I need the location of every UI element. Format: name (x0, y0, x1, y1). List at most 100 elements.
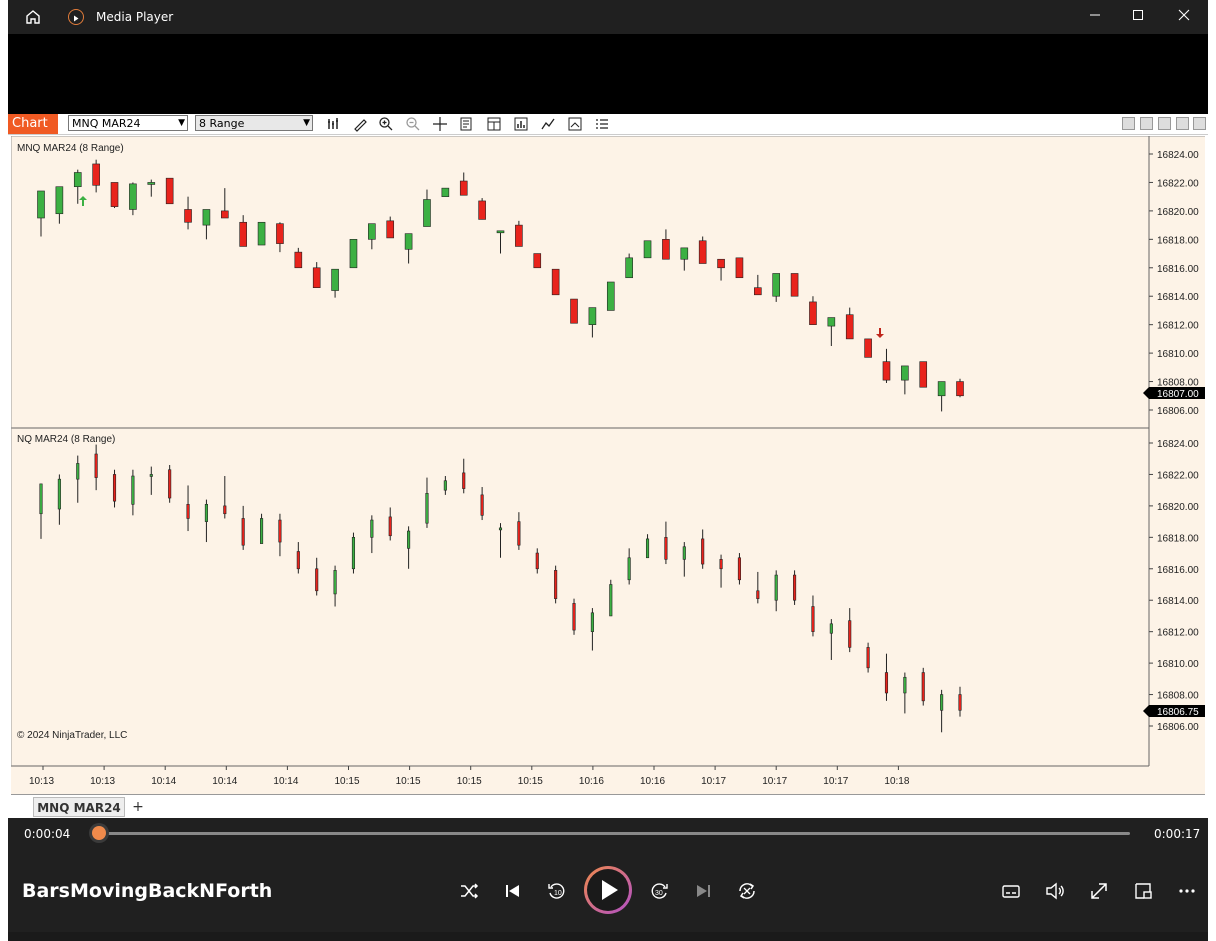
mnq-candle (349, 239, 358, 269)
mnq-candle (643, 240, 652, 259)
price-tick-label: 16816.00 (1157, 264, 1199, 275)
nq-candle (958, 686, 962, 717)
mini-player-icon[interactable] (1130, 878, 1156, 904)
bar-type-icon[interactable] (326, 116, 342, 132)
close-button[interactable] (1172, 6, 1196, 28)
instrument-select[interactable]: MNQ MAR24 ▼ (68, 115, 188, 131)
play-button[interactable] (584, 866, 632, 914)
seek-thumb[interactable] (91, 826, 106, 840)
panel1-label: MNQ MAR24 (8 Range) (17, 143, 124, 154)
mnq-candle (331, 268, 339, 298)
mnq-candle (239, 215, 247, 247)
chart-trader-icon[interactable] (486, 116, 502, 132)
mnq-candle (404, 233, 413, 264)
nq-candle (204, 499, 208, 543)
indicators-icon[interactable] (540, 116, 556, 132)
nq-candle (829, 619, 833, 660)
zoom-out-icon[interactable] (405, 116, 421, 132)
mnq-candle (882, 348, 891, 383)
nq-candle (351, 532, 356, 574)
mnq-candle (956, 378, 964, 398)
mnq-candle (55, 186, 64, 224)
nq-candle (535, 548, 539, 574)
chart-maximize-button[interactable] (1176, 117, 1189, 130)
nq-candle (388, 507, 392, 541)
candlestick-chart[interactable]: MNQ MAR24 (8 Range) NQ MAR24 (8 Range) ©… (10, 135, 1207, 802)
nq-candle (793, 570, 797, 605)
mnq-candle (496, 230, 505, 254)
nq-candle (903, 672, 907, 714)
nq-candle (94, 444, 98, 491)
nq-candle (645, 534, 650, 559)
svg-text:16807.00: 16807.00 (1157, 389, 1199, 400)
minimize-button[interactable] (1083, 6, 1107, 28)
time-tick-label: 10:14 (273, 776, 298, 787)
price-tick-label: 16812.00 (1157, 321, 1199, 332)
mnq-candle (809, 296, 817, 325)
time-tick-label: 10:15 (518, 776, 543, 787)
sell-signal-arrow-icon (876, 328, 884, 338)
time-tick-label: 10:17 (823, 776, 848, 787)
chart-close-button[interactable] (1193, 117, 1206, 130)
strategies-icon[interactable] (513, 116, 529, 132)
mnq-candle (570, 298, 578, 324)
shuffle-icon[interactable] (456, 878, 482, 904)
mnq-candle (184, 196, 192, 230)
properties-icon[interactable] (567, 116, 583, 132)
mnq-candle (937, 381, 946, 412)
chart-tile-button[interactable] (1122, 117, 1135, 130)
mnq-candle (864, 338, 872, 358)
mnq-candle (772, 273, 781, 302)
time-tick-label: 10:15 (457, 776, 482, 787)
draw-pencil-icon[interactable] (352, 116, 368, 132)
nq-candle (278, 513, 282, 557)
player-controls: 0:00:04 0:00:17 BarsMovingBackNForth 10 … (8, 818, 1208, 932)
nq-candle (407, 526, 411, 569)
tab-mnq-mar24[interactable]: MNQ MAR24 (33, 797, 125, 817)
nq-candle (315, 557, 319, 596)
price-tick-label: 16822.00 (1157, 178, 1199, 189)
nq-candle (131, 469, 135, 516)
period-select[interactable]: 8 Range ▼ (195, 115, 313, 131)
maximize-button[interactable] (1126, 6, 1150, 28)
svg-text:16806.75: 16806.75 (1157, 707, 1199, 718)
add-tab-button[interactable]: + (127, 797, 149, 817)
mnq-candle (754, 274, 762, 296)
mnq-candle (441, 187, 450, 197)
nq-candle (241, 505, 245, 550)
zoom-in-icon[interactable] (378, 116, 394, 132)
mnq-candle (165, 177, 174, 205)
more-options-icon[interactable] (1174, 878, 1200, 904)
time-tick-label: 10:17 (701, 776, 726, 787)
chart-minimize-button[interactable] (1158, 117, 1171, 130)
templates-list-icon[interactable] (594, 116, 610, 132)
price-tick-label: 16806.00 (1157, 406, 1199, 417)
nq-candle (590, 608, 594, 651)
nq-candle (223, 476, 227, 519)
repeat-icon[interactable] (734, 878, 760, 904)
chart-stack-button[interactable] (1140, 117, 1153, 130)
home-icon[interactable] (24, 8, 42, 26)
seek-bar[interactable] (94, 832, 1130, 835)
captions-icon[interactable] (998, 878, 1024, 904)
price-tick-label: 16822.00 (1157, 470, 1199, 481)
chart-area[interactable]: MNQ MAR24 (8 Range) NQ MAR24 (8 Range) ©… (10, 135, 1207, 802)
mnq-candle (110, 182, 119, 209)
previous-icon[interactable] (500, 878, 526, 904)
chart-tab-label: Chart (8, 114, 58, 134)
title-bar: Media Player (8, 0, 1208, 34)
mnq-candle (735, 257, 744, 279)
nq-candle (554, 565, 558, 604)
volume-icon[interactable] (1042, 878, 1068, 904)
video-area[interactable]: Chart MNQ MAR24 ▼ 8 Range ▼ MNQ MAR24 (8… (8, 34, 1208, 819)
mnq-candle (294, 247, 303, 269)
rewind-10-icon[interactable]: 10 (544, 878, 570, 904)
data-box-icon[interactable] (459, 116, 475, 132)
next-icon[interactable] (690, 878, 716, 904)
forward-30-icon[interactable]: 30 (646, 878, 672, 904)
price-tick-label: 16812.00 (1157, 628, 1199, 639)
nq-candle (664, 521, 668, 565)
fullscreen-icon[interactable] (1086, 878, 1112, 904)
nq-candle (443, 476, 447, 495)
crosshair-icon[interactable] (432, 116, 448, 132)
